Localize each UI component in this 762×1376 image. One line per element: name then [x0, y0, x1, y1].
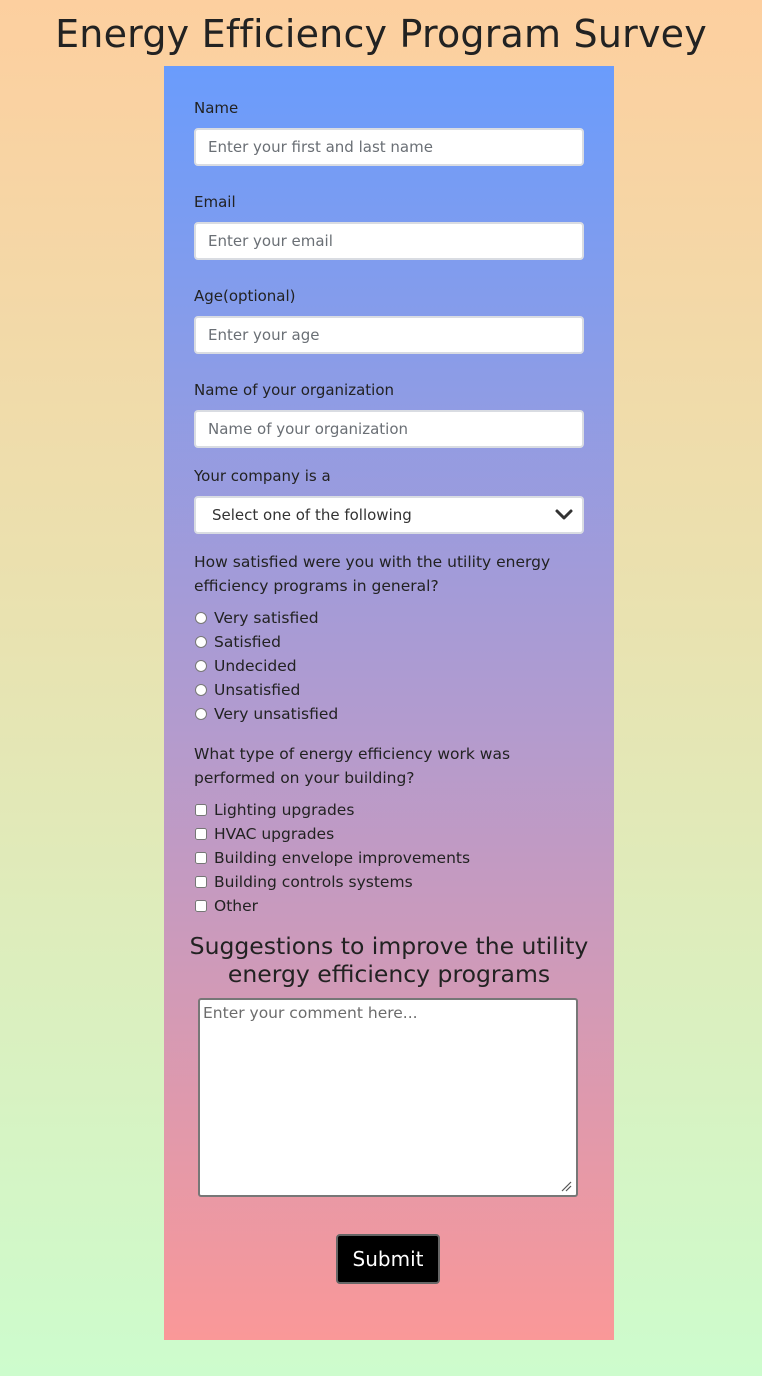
survey-form: Name Email Age(optional) Name of your or… — [164, 66, 614, 1340]
organization-label: Name of your organization — [194, 381, 395, 399]
satisfaction-radio[interactable] — [195, 684, 207, 696]
age-label: Age(optional) — [194, 287, 296, 305]
name-input[interactable] — [194, 128, 584, 166]
company-type-selected-value: Select one of the following — [212, 506, 412, 524]
work-type-question: What type of energy efficiency work was … — [194, 745, 511, 787]
work-type-option-label: Building controls systems — [214, 873, 413, 891]
submit-button[interactable]: Submit — [336, 1234, 440, 1284]
email-label: Email — [194, 193, 236, 211]
satisfaction-option-label: Undecided — [214, 657, 297, 675]
satisfaction-radio[interactable] — [195, 708, 207, 720]
work-type-option-label: HVAC upgrades — [214, 825, 335, 843]
work-type-option-label: Building envelope improvements — [214, 849, 471, 867]
suggestions-heading: Suggestions to improve the utility energ… — [189, 932, 589, 988]
email-input[interactable] — [194, 222, 584, 260]
satisfaction-radio[interactable] — [195, 660, 207, 672]
satisfaction-option-label: Very unsatisfied — [214, 705, 339, 723]
work-type-checkbox[interactable] — [195, 804, 207, 816]
work-type-checkbox[interactable] — [195, 876, 207, 888]
suggestions-textarea[interactable] — [198, 998, 578, 1197]
satisfaction-option[interactable]: Undecided — [194, 655, 297, 677]
resize-handle-icon[interactable] — [560, 1180, 572, 1192]
work-type-option[interactable]: Building envelope improvements — [194, 847, 470, 869]
work-type-option[interactable]: Building controls systems — [194, 871, 413, 893]
satisfaction-option[interactable]: Unsatisfied — [194, 679, 300, 701]
work-type-option[interactable]: Other — [194, 895, 258, 917]
work-type-option[interactable]: Lighting upgrades — [194, 799, 354, 821]
satisfaction-option[interactable]: Very satisfied — [194, 607, 319, 629]
organization-input[interactable] — [194, 410, 584, 448]
work-type-checkbox[interactable] — [195, 852, 207, 864]
name-label: Name — [194, 99, 239, 117]
satisfaction-question: How satisfied were you with the utility … — [194, 553, 551, 595]
work-type-option-label: Lighting upgrades — [214, 801, 355, 819]
satisfaction-radio[interactable] — [195, 636, 207, 648]
work-type-option[interactable]: HVAC upgrades — [194, 823, 334, 845]
chevron-down-icon — [555, 509, 573, 520]
age-input[interactable] — [194, 316, 584, 354]
page-title: Energy Efficiency Program Survey — [55, 12, 707, 56]
satisfaction-radio[interactable] — [195, 612, 207, 624]
satisfaction-option[interactable]: Very unsatisfied — [194, 703, 338, 725]
satisfaction-option[interactable]: Satisfied — [194, 631, 281, 653]
satisfaction-option-label: Very satisfied — [214, 609, 319, 627]
work-type-checkbox[interactable] — [195, 900, 207, 912]
work-type-option-label: Other — [214, 897, 259, 915]
satisfaction-option-label: Satisfied — [214, 633, 281, 651]
work-type-checkbox[interactable] — [195, 828, 207, 840]
satisfaction-option-label: Unsatisfied — [214, 681, 301, 699]
company-type-label: Your company is a — [194, 467, 331, 485]
company-type-select[interactable]: Select one of the following — [194, 496, 584, 534]
